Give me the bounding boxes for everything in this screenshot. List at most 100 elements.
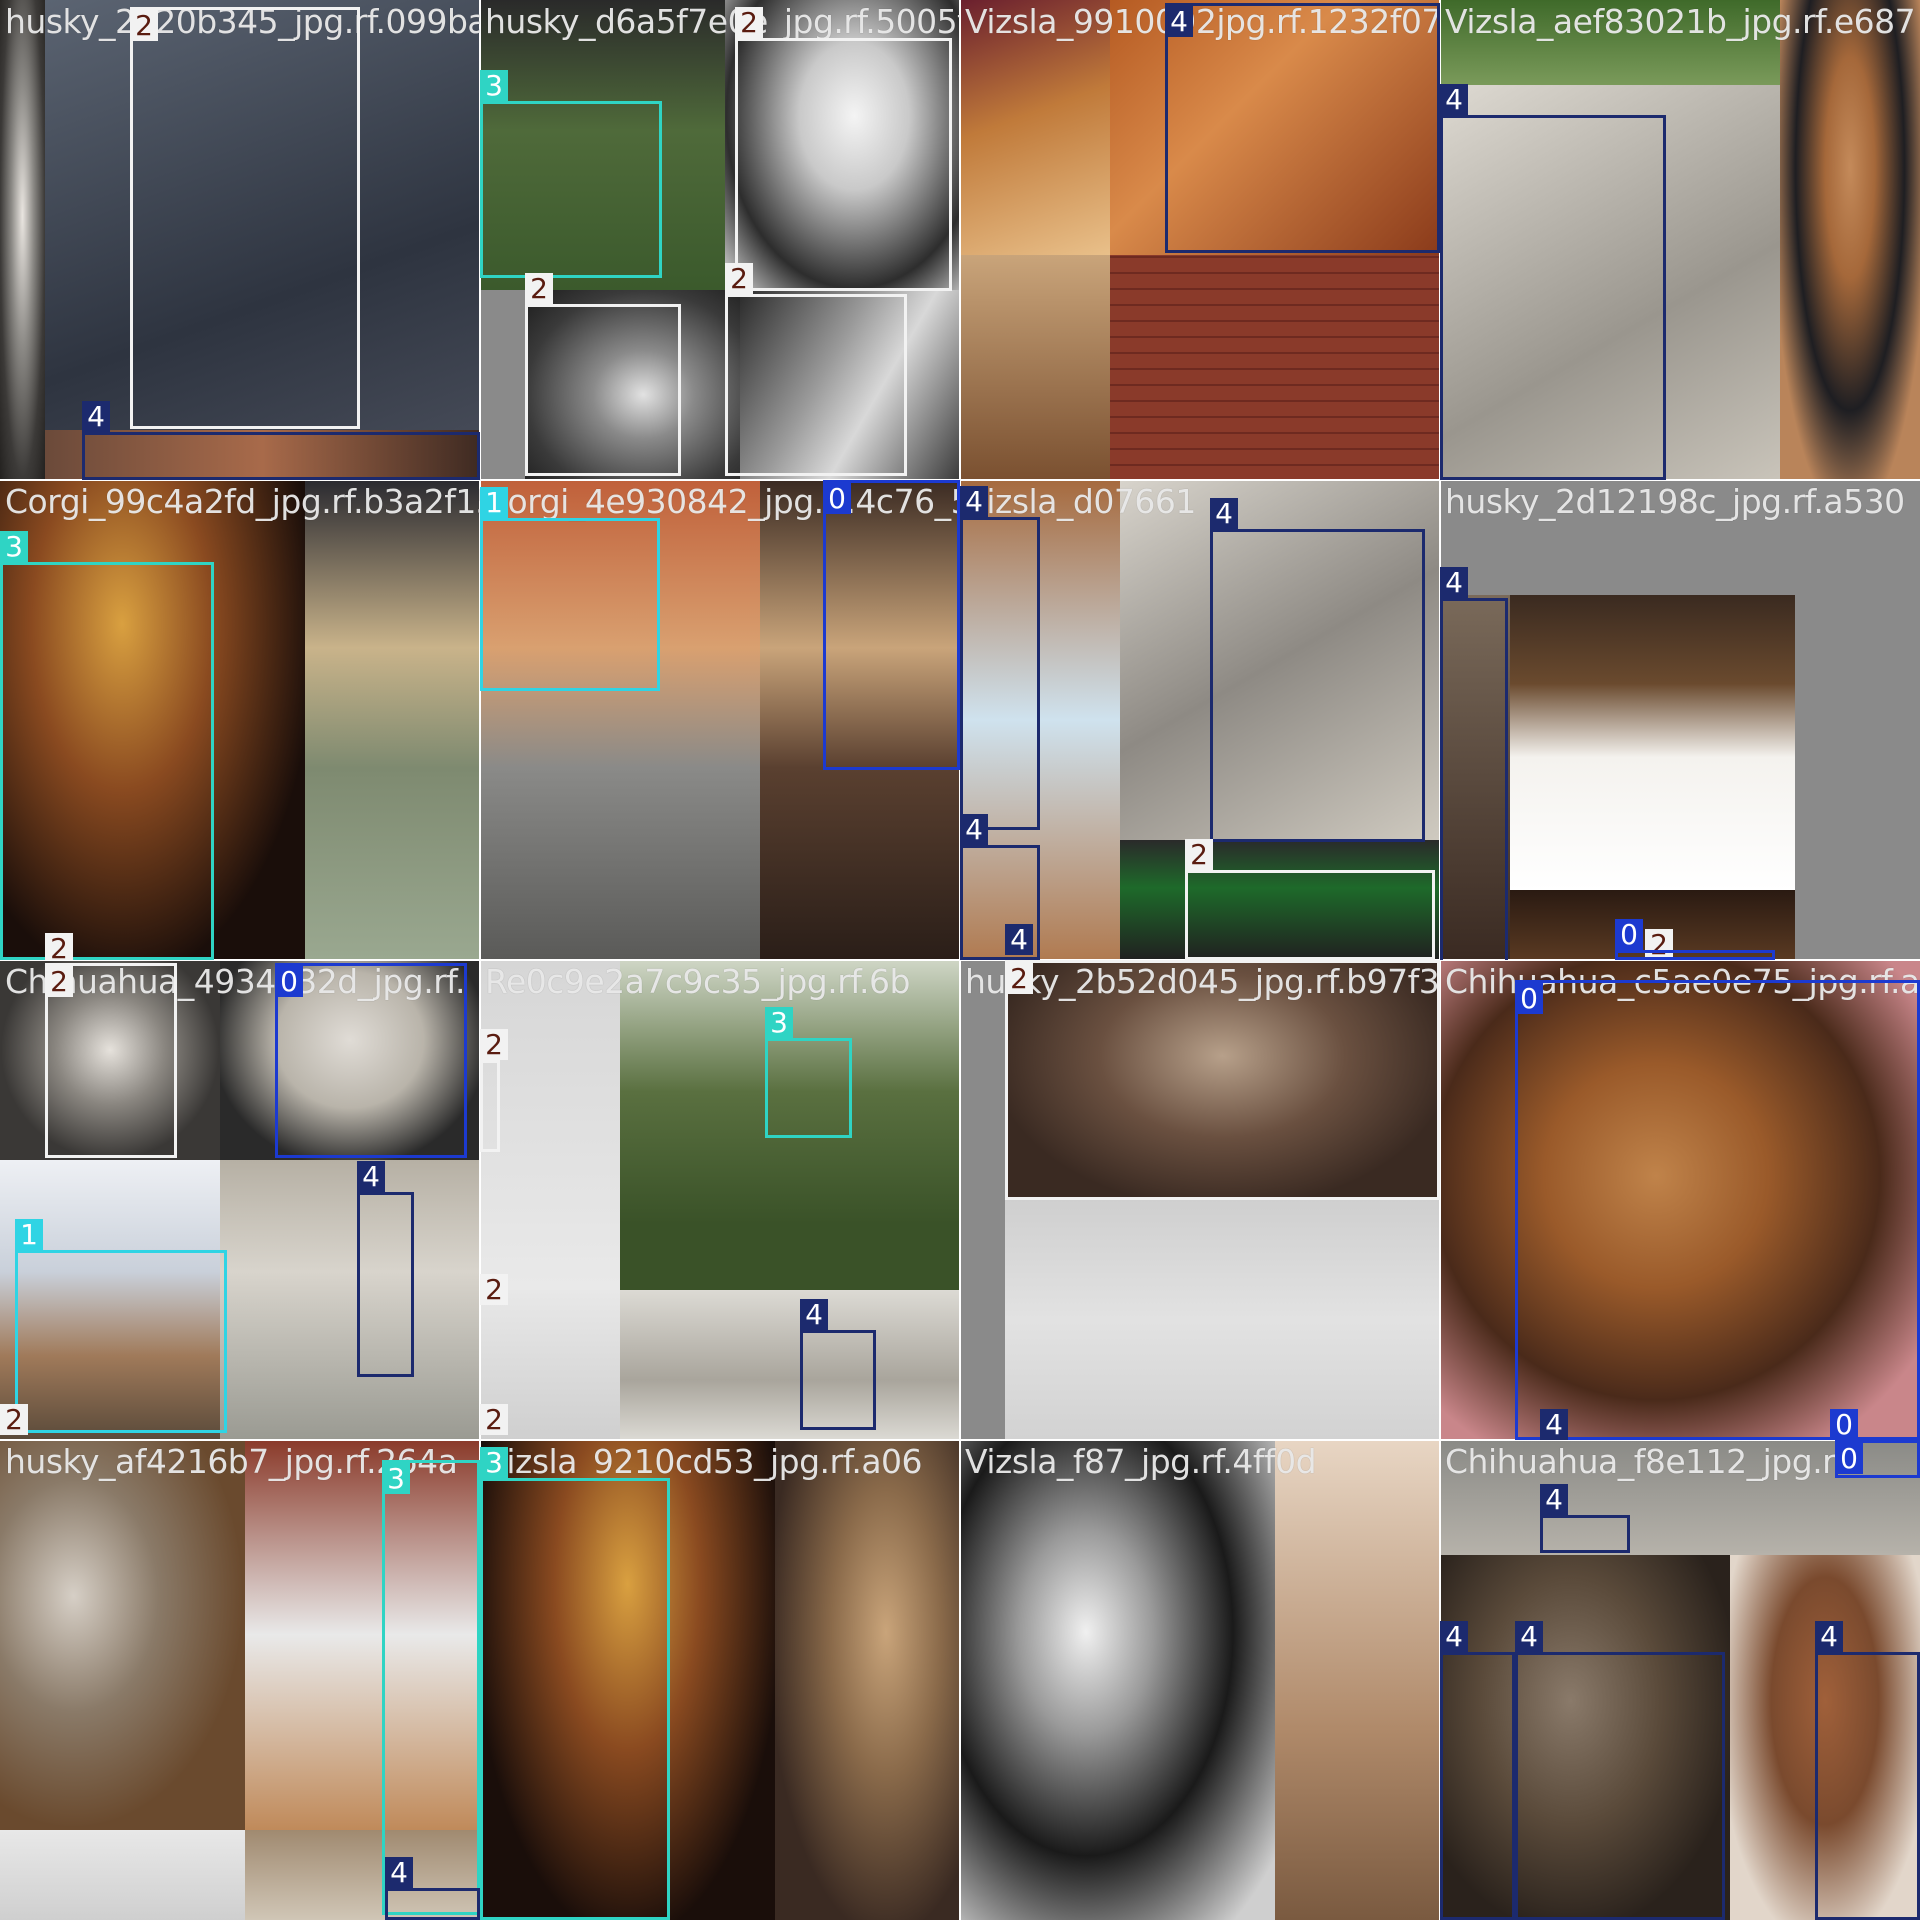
detection-box: 4 — [82, 401, 480, 480]
dog-photo — [1275, 1440, 1440, 1920]
class-id-label: 0 — [275, 966, 303, 998]
mosaic-tile: husky_2d12198c_jpg.rf.a530 4 2 0 — [1440, 480, 1920, 960]
detection-box: 1 — [480, 487, 660, 691]
class-id-label: 3 — [480, 70, 508, 102]
detection-box: 4 — [960, 486, 1040, 830]
class-id-label: 3 — [0, 531, 28, 563]
dog-photo — [220, 1160, 480, 1440]
detection-box: 0 — [1835, 1440, 1920, 1478]
tile-filename-label: Vizsla_9210cd53_jpg.rf.a06 — [485, 1442, 923, 1481]
detection-box: 4 — [1210, 498, 1425, 842]
class-id-label: 4 — [385, 1857, 413, 1889]
detection-box: 3 — [0, 531, 214, 960]
dog-photo — [0, 1830, 245, 1920]
class-id-label: 4 — [1540, 1484, 1568, 1516]
class-id-label: 2 — [45, 933, 73, 960]
mosaic-tile: husky_2b52d045_jpg.rf.b97f3 2 — [960, 960, 1440, 1440]
tile-filename-label: Vizsla_f87_jpg.rf.4ff0d — [965, 1442, 1317, 1481]
detection-box: 2 — [45, 963, 177, 1158]
detection-box: 0 — [1615, 919, 1775, 960]
class-id-label: 2 — [735, 7, 763, 39]
dog-photo — [1780, 0, 1920, 480]
class-id-label: 4 — [357, 1161, 385, 1193]
class-id-label: 3 — [382, 1463, 410, 1495]
class-id-label: 2 — [1005, 963, 1033, 995]
detection-box: 0 — [823, 480, 960, 770]
dog-photo — [0, 0, 45, 480]
class-id-label: 0 — [1615, 919, 1643, 951]
class-id-label: 0 — [823, 483, 851, 515]
detection-box: 3 — [765, 1007, 852, 1138]
class-id-label: 2 — [45, 966, 73, 998]
mosaic-tile: Corgi_4e930842_jpg.rf.4c76_57f_fa9e5b4_9… — [480, 480, 960, 960]
class-id-label: 4 — [960, 814, 988, 846]
class-id-label: 3 — [480, 1447, 508, 1479]
mosaic-tile: Corgi_99c4a2fd_jpg.rf.b3a2f1587b290842 3 2 — [0, 480, 480, 960]
class-id-label: 0 — [1515, 983, 1543, 1015]
class-id-label: 2 — [525, 273, 553, 305]
dog-photo — [960, 1440, 1275, 1920]
class-id-label: 4 — [1515, 1621, 1543, 1653]
class-id-label: 4 — [1440, 84, 1468, 116]
tile-filename-label: Vizsla_aef83021b_jpg.rf.e687 — [1445, 2, 1916, 41]
class-id-label: 2 — [480, 1029, 508, 1061]
class-id-label: 2 — [480, 1274, 508, 1306]
dog-photo — [1110, 255, 1440, 480]
class-id-label: 4 — [1005, 924, 1033, 956]
detection-box: 4 — [1815, 1621, 1920, 1920]
detection-box: 4 — [1515, 1621, 1725, 1920]
detection-box: 2 — [1005, 960, 1440, 1200]
detection-box: 3 — [480, 70, 662, 278]
class-id-label: 4 — [1165, 6, 1193, 38]
class-id-label: 2 — [1185, 839, 1213, 871]
class-id-label: 2 — [0, 1404, 28, 1436]
detection-box: 0 — [1515, 980, 1920, 1440]
detection-box: 3 — [480, 1447, 670, 1920]
mosaic-tile: husky_af4216b7_jpg.rf.264a 3 4 — [0, 1440, 480, 1920]
mosaic-tile: Vizsla_d07661 4 4 4 2 4 — [960, 480, 1440, 960]
dog-photo — [305, 480, 480, 960]
detection-box: 2 — [0, 1404, 28, 1440]
class-id-label: 4 — [1540, 1409, 1568, 1440]
class-id-label: 3 — [765, 1007, 793, 1039]
detection-box: 2 — [735, 7, 952, 291]
detection-box: 4 — [1440, 1621, 1515, 1920]
detection-box: 4 — [385, 1857, 480, 1920]
detection-box: 1 — [15, 1219, 227, 1433]
detection-box: 4 — [1440, 84, 1666, 480]
class-id-label: 4 — [1210, 498, 1238, 530]
class-id-label: 4 — [1440, 1621, 1468, 1653]
class-id-label: 4 — [960, 486, 988, 518]
detection-box: 3 — [382, 1460, 480, 1915]
dog-photo — [0, 1440, 245, 1830]
class-id-label: 2 — [725, 263, 753, 295]
detection-box: 2 — [480, 1274, 508, 1311]
detection-box: 4 — [1165, 3, 1440, 253]
mosaic-tile: Re0c9e2a7c9c35_jpg.rf.6b 2 3 2 4 2 — [480, 960, 960, 1440]
class-id-label: 4 — [82, 401, 110, 433]
detection-box: 2 — [1185, 839, 1435, 960]
tile-filename-label: Re0c9e2a7c9c35_jpg.rf.6b — [485, 962, 910, 1001]
tile-filename-label: Vizsla_d07661 — [965, 482, 1196, 521]
mosaic-tile: Vizsla_9910092jpg.rf.1232f07a6ad83821b4 — [960, 0, 1440, 480]
mosaic-tile: Vizsla_f87_jpg.rf.4ff0d — [960, 1440, 1440, 1920]
dog-photo — [620, 1290, 960, 1440]
detection-box: 4 — [1440, 567, 1508, 960]
dog-photo — [775, 1440, 960, 1920]
detection-box: 2 — [480, 1404, 508, 1440]
mosaic-tile: Chihuahua_4934132d_jpg.rf. 2 0 1 4 2 — [0, 960, 480, 1440]
class-id-label: 4 — [1440, 567, 1468, 599]
dog-photo — [1510, 595, 1795, 890]
class-id-label: 4 — [800, 1299, 828, 1331]
mosaic-tile: Chihuahua_f8e112_jpg.rf 4 0 4 4 4 — [1440, 1440, 1920, 1920]
tile-filename-label: Chihuahua_f8e112_jpg.rf — [1445, 1442, 1847, 1481]
mosaic-tile: husky_d6a5f7e0e_jpg.rf.5005f 3 2 2 2 — [480, 0, 960, 480]
class-id-label: 0 — [1835, 1443, 1863, 1475]
class-id-label: 0 — [1830, 1409, 1858, 1440]
detection-mosaic: husky_2a20b345_jpg.rf.099bab4d9cab7e4e24… — [0, 0, 1920, 1920]
detection-box: 0 — [275, 963, 467, 1158]
detection-box: 4 — [1540, 1484, 1630, 1553]
detection-box: 2 — [725, 263, 907, 476]
tile-filename-label: Corgi_99c4a2fd_jpg.rf.b3a2f1587b290842 — [5, 482, 480, 521]
dog-photo — [960, 255, 1110, 480]
